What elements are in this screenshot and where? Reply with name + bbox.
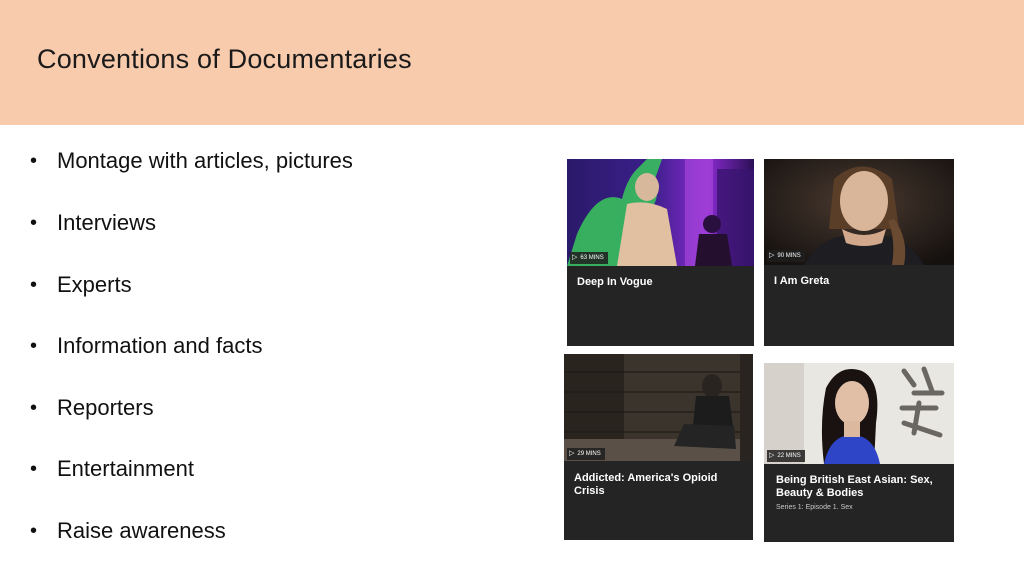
bullet-dot-icon: • [30, 520, 38, 542]
programme-thumbnail [764, 363, 954, 464]
duration-badge: ▷ 90 MINS [767, 250, 805, 262]
programme-title: Deep In Vogue [577, 276, 653, 288]
programme-thumbnail [564, 354, 753, 461]
play-icon: ▷ [769, 452, 775, 459]
slide-header: Conventions of Documentaries [0, 0, 1024, 125]
bullet-dot-icon: • [30, 212, 38, 234]
duration-badge: ▷ 63 MINS [570, 252, 608, 264]
programme-card-addicted[interactable]: ▷ 29 MINS Addicted: America's Opioid Cris… [564, 354, 753, 540]
programme-title: I Am Greta [774, 275, 830, 287]
programme-card-deep-in-vogue[interactable]: ▷ 63 MINS Deep In Vogue [567, 159, 754, 346]
bullet-dot-icon: • [30, 458, 38, 480]
duration-badge: ▷ 22 MINS [767, 450, 805, 462]
programme-title: Addicted: America's Opioid Crisis [574, 472, 718, 497]
bullet-dot-icon: • [30, 397, 38, 419]
bullet-dot-icon: • [30, 150, 38, 172]
programme-thumbnail [567, 159, 754, 266]
bullet-dot-icon: • [30, 274, 38, 296]
episode-subtitle: Series 1: Episode 1. Sex [776, 504, 853, 511]
slide-title: Conventions of Documentaries [37, 44, 412, 74]
duration-badge: ▷ 29 MINS [567, 448, 605, 460]
play-icon: ▷ [572, 254, 578, 261]
programme-card-i-am-greta[interactable]: ▷ 90 MINS I Am Greta [764, 159, 954, 346]
programme-card-being-british-east-asian[interactable]: ▷ 22 MINS Being British East Asian: Sex, … [764, 363, 954, 542]
programme-title: Being British East Asian: Sex, Beauty & … [776, 474, 933, 499]
play-icon: ▷ [569, 450, 575, 457]
play-icon: ▷ [769, 252, 775, 259]
bullet-dot-icon: • [30, 335, 38, 357]
